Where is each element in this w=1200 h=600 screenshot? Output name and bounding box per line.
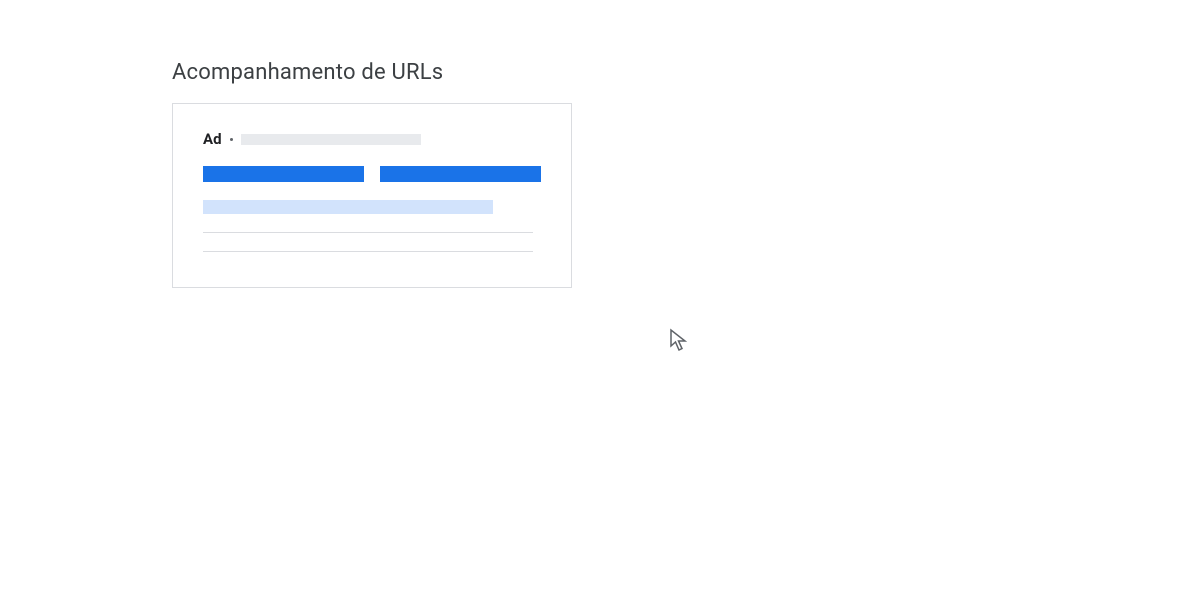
ad-title-row xyxy=(203,166,541,182)
ad-url-row: Ad xyxy=(203,130,541,148)
url-placeholder xyxy=(241,134,421,145)
title-placeholder-2 xyxy=(380,166,541,182)
description-placeholder xyxy=(203,200,493,214)
ad-badge: Ad xyxy=(203,130,222,148)
divider-line xyxy=(203,232,533,233)
cursor-icon xyxy=(667,328,691,352)
title-placeholder-1 xyxy=(203,166,364,182)
ad-preview-card: Ad xyxy=(172,103,572,288)
divider-line xyxy=(203,251,533,252)
separator-dot-icon xyxy=(230,138,233,141)
page-heading: Acompanhamento de URLs xyxy=(172,60,443,85)
